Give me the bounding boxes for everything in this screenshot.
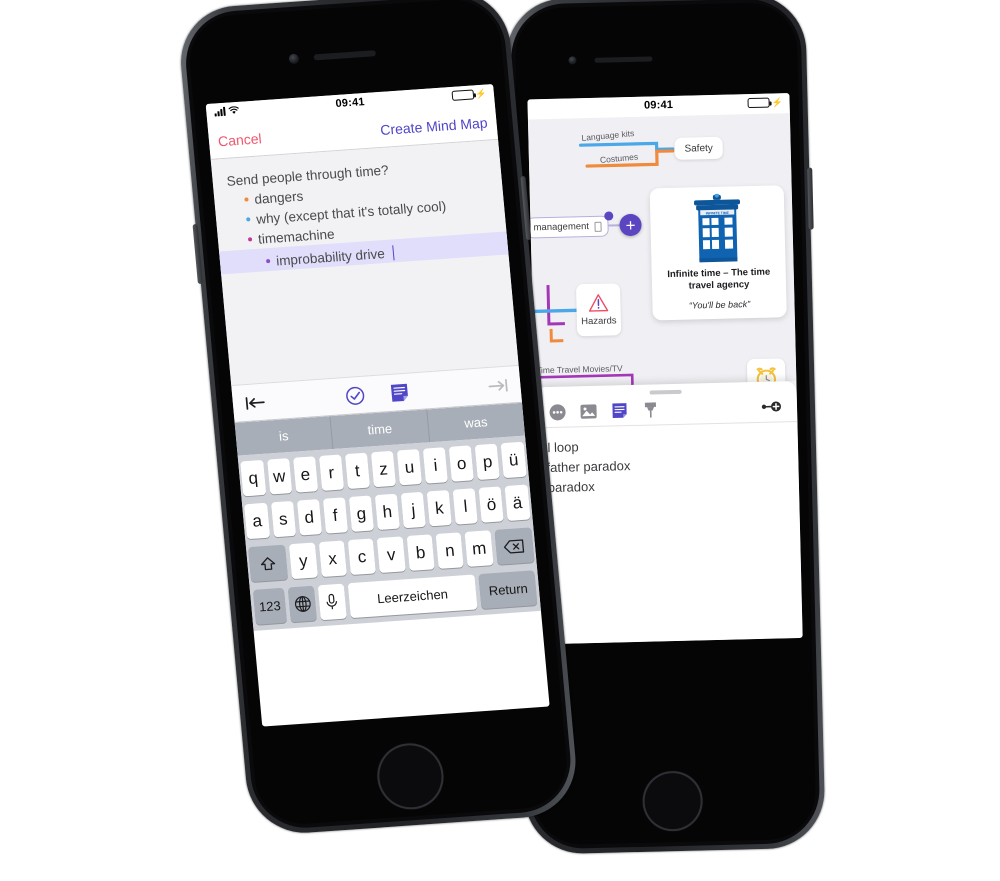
key-d[interactable]: d	[296, 499, 322, 536]
hazards-node[interactable]: Hazards	[575, 283, 622, 337]
key-w[interactable]: w	[266, 458, 292, 495]
sheet-tool-right-group	[761, 399, 783, 414]
backspace-key[interactable]	[494, 527, 535, 565]
warning-triangle-icon	[588, 293, 609, 312]
key-j[interactable]: j	[400, 491, 426, 529]
key-u-umlaut[interactable]: ü	[501, 441, 527, 479]
key-k[interactable]: k	[426, 490, 453, 527]
management-node[interactable]: management	[527, 215, 609, 239]
bullet-icon	[265, 258, 271, 263]
tardis-police-box-icon: INFINITE TIME	[694, 193, 741, 263]
bottom-sheet: Causal loop Grandfather paradox Fermi pa…	[527, 380, 803, 645]
safety-node-label: Safety	[684, 142, 713, 155]
move-to-end-icon[interactable]	[488, 377, 509, 393]
microphone-key[interactable]	[317, 583, 347, 621]
node-link-plus-icon[interactable]	[761, 399, 783, 414]
time-travel-movies-label[interactable]: Time Travel Movies/TV	[536, 363, 623, 375]
microphone-icon	[326, 593, 338, 610]
key-n[interactable]: n	[435, 532, 465, 569]
screenshot-stage: 09:41 ⚡ Language kits Costumes Time Trav…	[0, 0, 1000, 881]
note-document-icon[interactable]	[611, 402, 628, 419]
bullet-icon	[247, 236, 253, 241]
add-node-label: +	[625, 215, 636, 235]
sheet-toolbar	[534, 390, 798, 429]
tardis-card[interactable]: INFINITE TIME Infinite time – The time t…	[649, 185, 787, 321]
shift-arrow-icon	[261, 556, 276, 570]
right-status-right: ⚡	[747, 96, 783, 109]
key-u[interactable]: u	[396, 449, 423, 486]
key-x[interactable]: x	[318, 540, 347, 578]
paint-brush-icon[interactable]	[642, 401, 659, 418]
key-q[interactable]: q	[240, 459, 266, 497]
mind-map-canvas[interactable]: Language kits Costumes Time Travel Movie…	[527, 113, 797, 388]
key-l[interactable]: l	[452, 488, 479, 525]
key-o-umlaut[interactable]: ö	[478, 486, 505, 523]
backspace-icon	[503, 538, 525, 554]
globe-key[interactable]	[288, 585, 317, 623]
bullet-icon	[244, 196, 249, 202]
outline-editor[interactable]: Send people through time? dangers why (e…	[210, 139, 519, 385]
key-e[interactable]: e	[292, 456, 318, 493]
key-i[interactable]: i	[422, 447, 449, 484]
safety-node[interactable]: Safety	[674, 136, 723, 160]
dots-circle-icon[interactable]	[549, 403, 566, 420]
tardis-card-quote: “You'll be back”	[688, 299, 751, 311]
key-p[interactable]: p	[474, 443, 501, 480]
on-screen-keyboard[interactable]: q w e r t z u i o p ü a s d f g h j k l …	[237, 435, 541, 631]
battery-icon	[747, 97, 770, 109]
key-a-umlaut[interactable]: ä	[504, 484, 531, 521]
key-a[interactable]: a	[244, 502, 270, 540]
node-detail-icon	[594, 221, 602, 232]
cancel-button[interactable]: Cancel	[217, 130, 262, 149]
lightning-bolt-icon: ⚡	[771, 96, 783, 108]
key-m[interactable]: m	[464, 530, 494, 567]
key-o[interactable]: o	[448, 445, 475, 482]
outline-row-text: improbability drive	[275, 245, 386, 269]
key-s[interactable]: s	[270, 500, 296, 538]
management-node-label: management	[533, 221, 590, 234]
bullet-icon	[246, 216, 251, 222]
right-power-button[interactable]	[807, 167, 814, 230]
lightning-bolt-icon: ⚡	[475, 88, 488, 99]
tardis-sign-text: INFINITE TIME	[706, 211, 730, 216]
check-circle-icon[interactable]	[344, 385, 365, 405]
key-f[interactable]: f	[322, 497, 348, 534]
globe-icon	[294, 596, 311, 612]
numbers-key[interactable]: 123	[252, 587, 288, 625]
key-r[interactable]: r	[318, 454, 344, 491]
tardis-card-title: Infinite time – The time travel agency	[667, 266, 771, 292]
text-caret	[391, 244, 395, 260]
return-key[interactable]: Return	[478, 570, 538, 609]
create-mind-map-button[interactable]: Create Mind Map	[380, 115, 489, 138]
key-v[interactable]: v	[377, 536, 406, 574]
outline-row-text: dangers	[253, 188, 304, 207]
key-c[interactable]: c	[347, 538, 377, 576]
photo-icon[interactable]	[580, 402, 597, 419]
shift-key[interactable]	[248, 544, 289, 582]
left-phone-screen: 09:41 ⚡ Cancel Create Mind Map Send peop…	[205, 84, 550, 727]
key-b[interactable]: b	[406, 534, 435, 571]
key-h[interactable]: h	[374, 493, 400, 531]
key-z[interactable]: z	[370, 450, 397, 488]
space-key[interactable]: Leerzeichen	[347, 574, 478, 619]
note-document-icon[interactable]	[389, 382, 409, 402]
right-phone-screen: 09:41 ⚡ Language kits Costumes Time Trav…	[527, 93, 803, 645]
toolbar-right	[488, 377, 509, 393]
battery-icon	[451, 89, 475, 101]
hazards-node-label: Hazards	[581, 314, 617, 327]
sheet-tool-group	[549, 401, 659, 421]
key-g[interactable]: g	[348, 495, 374, 532]
key-y[interactable]: y	[289, 542, 318, 580]
sheet-item-list[interactable]: Causal loop Grandfather paradox Fermi pa…	[527, 422, 799, 499]
key-t[interactable]: t	[344, 452, 371, 490]
